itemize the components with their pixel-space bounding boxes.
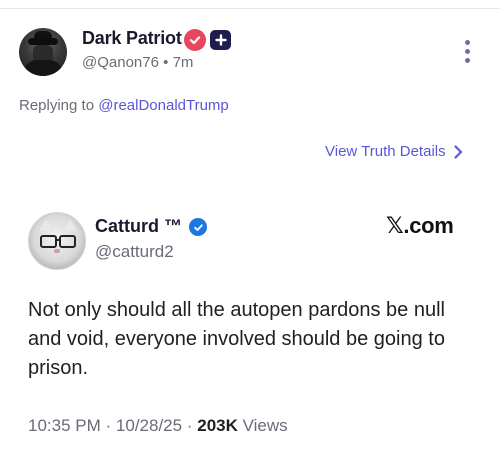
x-logo: 𝕏.com (386, 213, 454, 238)
replying-to-line: Replying to @realDonaldTrump (19, 97, 229, 114)
chevron-right-icon (454, 144, 462, 159)
view-details-label: View Truth Details (325, 143, 446, 160)
avatar-coat (23, 60, 63, 76)
quoted-date: 10/28/25 (115, 416, 183, 435)
meta-dot: · (186, 416, 193, 435)
quoted-meta-line: 10:35 PM · 10/28/25 · 203K Views (28, 416, 288, 436)
quoted-display-name[interactable]: Catturd ™ (95, 216, 182, 237)
author-handle[interactable]: @Qanon76 (82, 54, 159, 71)
avatar-hat-brim (28, 38, 58, 45)
quoted-verified-icon (189, 218, 207, 236)
meta-separator: • (163, 54, 169, 71)
views-count: 203K (197, 416, 238, 435)
author-display-name[interactable]: Dark Patriot (82, 28, 182, 49)
view-truth-details-link[interactable]: View Truth Details (325, 143, 463, 160)
post-age: 7m (172, 54, 194, 71)
views-label: Views (242, 416, 288, 435)
quoted-handle[interactable]: @catturd2 (95, 242, 174, 262)
reply-mention-link[interactable]: @realDonaldTrump (98, 97, 229, 114)
verified-badge-icon (184, 29, 206, 51)
top-divider (0, 8, 500, 9)
quoted-time: 10:35 PM (28, 416, 101, 435)
more-options-icon[interactable] (462, 40, 472, 66)
author-handle-line: @Qanon76 • 7m (82, 54, 193, 71)
replying-to-label: Replying to (19, 97, 95, 114)
meta-dot: · (105, 416, 112, 435)
plus-badge-icon (210, 30, 231, 50)
author-avatar[interactable] (19, 28, 67, 76)
quoted-post-text: Not only should all the autopen pardons … (28, 299, 445, 379)
quoted-author-avatar[interactable] (28, 212, 86, 270)
